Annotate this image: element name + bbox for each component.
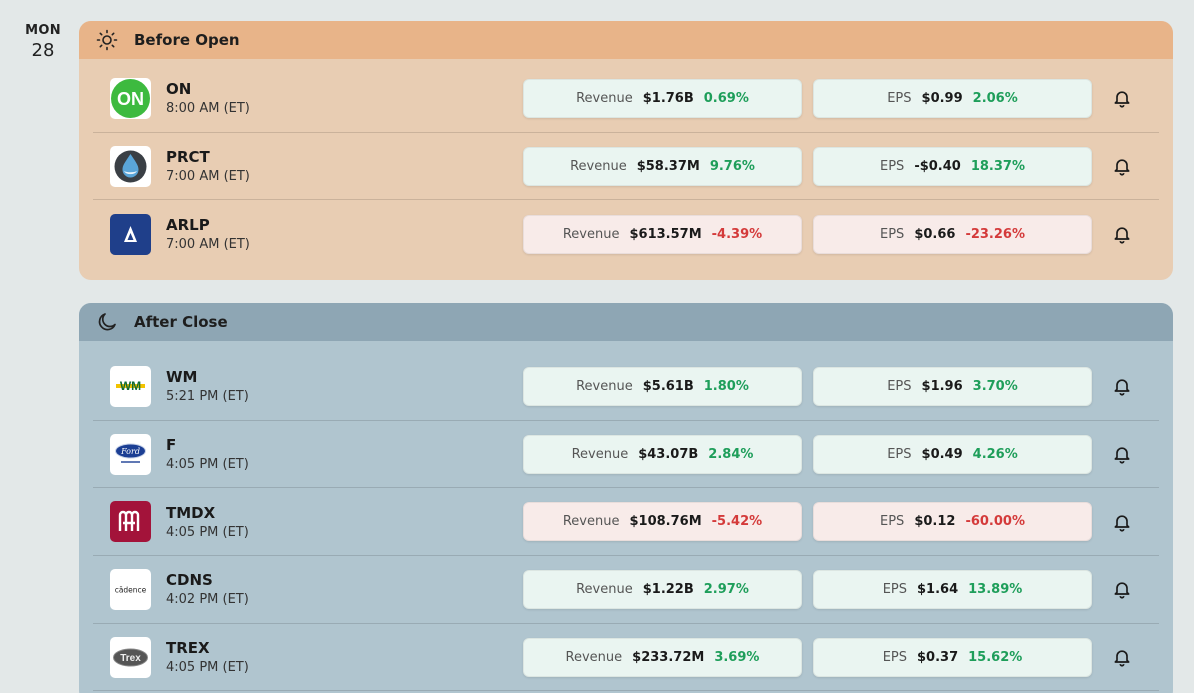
moon-icon — [95, 310, 119, 334]
earnings-row[interactable]: WM WM 5:21 PM (ET) Revenue $5.61B 1.80% … — [93, 353, 1159, 421]
eps-estimate: EPS $0.66 -23.26% — [813, 214, 1092, 254]
revenue-estimate: Revenue $108.76M -5.42% — [523, 502, 802, 542]
before-open-section: Before Open ON ON 8:00 AM (ET) Revenue $… — [79, 21, 1173, 280]
svg-text:ON: ON — [117, 89, 144, 109]
revenue-estimate: Revenue $1.76B 0.69% — [523, 78, 802, 118]
earnings-row[interactable]: PRCT 7:00 AM (ET) Revenue $58.37M 9.76% … — [93, 133, 1159, 201]
eps-estimate: EPS $0.49 4.26% — [813, 434, 1092, 474]
section-title: Before Open — [134, 31, 240, 49]
cadence-logo: cādence — [110, 568, 151, 610]
revenue-estimate: Revenue $1.22B 2.97% — [523, 569, 802, 609]
svg-text:Ford: Ford — [120, 447, 140, 456]
earnings-row[interactable]: Ford F 4:05 PM (ET) Revenue $43.07B 2.84… — [93, 421, 1159, 489]
bell-icon[interactable] — [1111, 155, 1133, 177]
ticker-symbol: F — [166, 436, 177, 455]
arlp-logo — [110, 213, 151, 255]
day-of-week: MON — [25, 23, 61, 38]
bell-icon[interactable] — [1111, 223, 1133, 245]
bell-icon[interactable] — [1111, 87, 1133, 109]
onsemi-logo: ON — [110, 77, 151, 119]
earnings-row[interactable]: TMDX 4:05 PM (ET) Revenue $108.76M -5.42… — [93, 488, 1159, 557]
report-time: 7:00 AM (ET) — [166, 237, 250, 253]
eps-estimate: EPS $0.12 -60.00% — [813, 502, 1092, 542]
tmdx-logo — [110, 501, 151, 543]
eps-estimate: EPS $1.96 3.70% — [813, 366, 1092, 406]
report-time: 5:21 PM (ET) — [166, 389, 249, 405]
section-header: Before Open — [79, 21, 1173, 59]
svg-text:cādence: cādence — [115, 585, 147, 594]
bell-icon[interactable] — [1111, 443, 1133, 465]
report-time: 8:00 AM (ET) — [166, 101, 250, 117]
bell-icon[interactable] — [1111, 511, 1133, 533]
revenue-estimate: Revenue $233.72M 3.69% — [523, 637, 802, 677]
ticker-symbol: TMDX — [166, 503, 216, 522]
ford-logo: Ford — [110, 433, 151, 475]
day-number: 28 — [31, 40, 55, 61]
ticker-symbol: WM — [166, 368, 198, 387]
eps-estimate: EPS $0.99 2.06% — [813, 78, 1092, 118]
revenue-estimate: Revenue $613.57M -4.39% — [523, 214, 802, 254]
bell-icon[interactable] — [1111, 646, 1133, 668]
ticker-symbol: ON — [166, 80, 192, 99]
report-time: 4:05 PM (ET) — [166, 524, 249, 540]
svg-text:WM: WM — [120, 379, 141, 393]
eps-estimate: EPS $0.37 15.62% — [813, 637, 1092, 677]
section-header: After Close — [79, 303, 1173, 341]
ticker-symbol: TREX — [166, 639, 210, 658]
earnings-row[interactable]: ON ON 8:00 AM (ET) Revenue $1.76B 0.69% … — [93, 65, 1159, 133]
wm-logo: WM — [110, 365, 151, 407]
after-close-section: After Close WM WM 5:21 PM (ET) Revenue $… — [79, 303, 1173, 693]
eps-estimate: EPS -$0.40 18.37% — [813, 146, 1092, 186]
ticker-symbol: CDNS — [166, 571, 213, 590]
sun-icon — [95, 28, 119, 52]
bell-icon[interactable] — [1111, 578, 1133, 600]
report-time: 4:02 PM (ET) — [166, 592, 249, 608]
date-label: MON 28 — [14, 23, 72, 61]
procept-logo — [110, 145, 151, 187]
earnings-row[interactable]: Trex TREX 4:05 PM (ET) Revenue $233.72M … — [93, 624, 1159, 692]
report-time: 4:05 PM (ET) — [166, 660, 249, 676]
revenue-estimate: Revenue $43.07B 2.84% — [523, 434, 802, 474]
section-title: After Close — [134, 313, 228, 331]
bell-icon[interactable] — [1111, 375, 1133, 397]
eps-estimate: EPS $1.64 13.89% — [813, 569, 1092, 609]
revenue-estimate: Revenue $5.61B 1.80% — [523, 366, 802, 406]
ticker-symbol: ARLP — [166, 216, 210, 235]
earnings-row[interactable]: cādence CDNS 4:02 PM (ET) Revenue $1.22B… — [93, 556, 1159, 624]
trex-logo: Trex — [110, 636, 151, 678]
ticker-symbol: PRCT — [166, 148, 210, 167]
svg-text:Trex: Trex — [120, 653, 141, 664]
report-time: 4:05 PM (ET) — [166, 457, 249, 473]
report-time: 7:00 AM (ET) — [166, 169, 250, 185]
revenue-estimate: Revenue $58.37M 9.76% — [523, 146, 802, 186]
earnings-row[interactable]: ARLP 7:00 AM (ET) Revenue $613.57M -4.39… — [93, 200, 1159, 268]
